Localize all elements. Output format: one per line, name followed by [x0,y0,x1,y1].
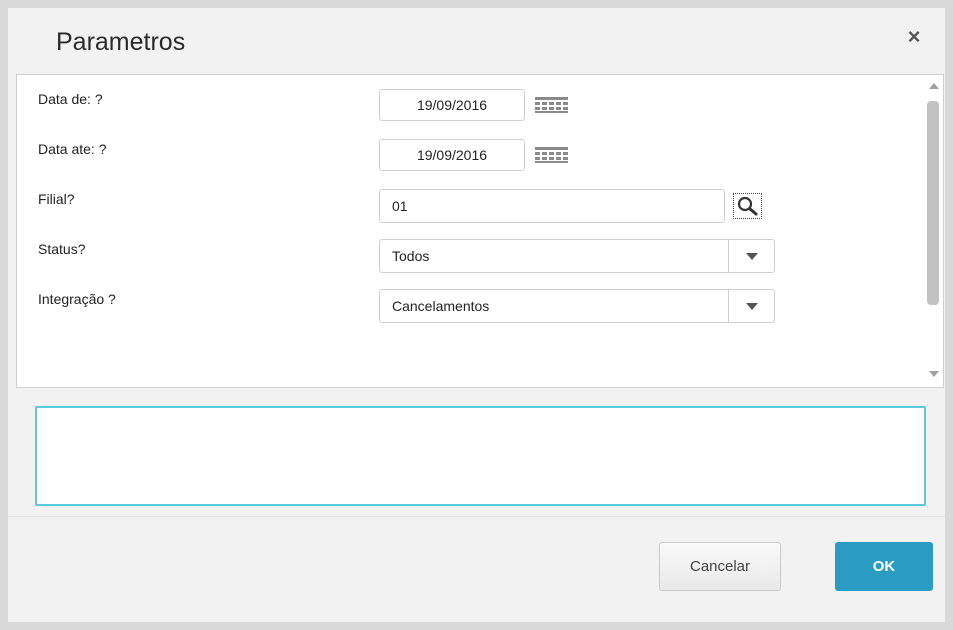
parameters-dialog: Parametros × Data de: ? 19/09/2016 Data … [8,8,945,622]
close-icon[interactable]: × [901,24,927,50]
search-icon[interactable] [733,193,762,219]
scroll-down-icon[interactable] [929,371,939,377]
dialog-titlebar: Parametros × [8,8,945,74]
ok-button[interactable]: OK [835,542,933,591]
date-to-input[interactable]: 19/09/2016 [379,139,525,171]
vertical-scrollbar[interactable] [925,75,943,387]
integration-label: Integração ? [38,291,116,307]
date-to-label: Data ate: ? [38,141,107,157]
status-select-value: Todos [392,248,430,264]
status-select[interactable]: Todos [379,239,775,273]
dialog-title: Parametros [56,28,186,56]
integration-select-value: Cancelamentos [392,298,490,314]
chevron-down-icon[interactable] [728,290,774,322]
chevron-down-icon[interactable] [728,240,774,272]
scroll-up-icon[interactable] [929,83,939,89]
parameters-panel: Data de: ? 19/09/2016 Data ate: ? 19/09/… [16,74,944,388]
footer-divider [8,516,945,517]
calendar-icon[interactable] [535,97,568,113]
branch-input[interactable]: 01 [379,189,725,223]
cancel-button[interactable]: Cancelar [659,542,781,591]
status-label: Status? [38,241,86,257]
date-from-input[interactable]: 19/09/2016 [379,89,525,121]
message-textarea[interactable] [35,406,926,506]
integration-select[interactable]: Cancelamentos [379,289,775,323]
scrollbar-thumb[interactable] [927,101,939,305]
calendar-icon[interactable] [535,147,568,163]
date-from-label: Data de: ? [38,91,103,107]
branch-label: Filial? [38,191,75,207]
